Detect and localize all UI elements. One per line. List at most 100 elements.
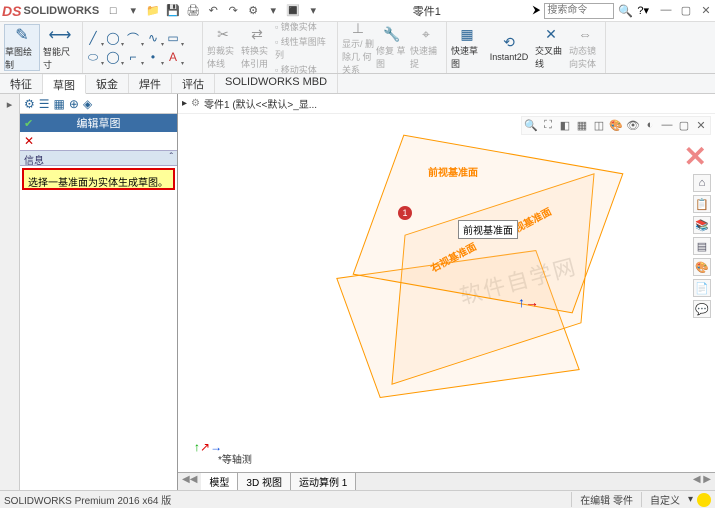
- tree-icon[interactable]: ▸: [182, 98, 187, 109]
- res-icon[interactable]: 📋: [693, 195, 711, 213]
- tab-scroll-right-icon[interactable]: ◀ ▶: [689, 473, 715, 490]
- forum-icon[interactable]: 💬: [693, 300, 711, 318]
- qat-dd2-icon[interactable]: ▾: [265, 3, 281, 19]
- quick-access-toolbar: □ ▾ 📁 💾 🖨 ↶ ↷ ⚙ ▾ 🔳 ▾: [105, 3, 321, 19]
- sketch-exit-icon[interactable]: ✕: [684, 140, 707, 173]
- search-icon[interactable]: 🔍: [618, 4, 633, 18]
- qat-redo-icon[interactable]: ↷: [225, 3, 241, 19]
- panel-tabs: ⚙ ☰ ▦ ⊕ ◈: [20, 94, 177, 114]
- lib-icon[interactable]: 📚: [693, 216, 711, 234]
- motion-study-tab[interactable]: 运动算例 1: [291, 473, 356, 490]
- smart-dimension-button[interactable]: ⟷ 智能尺 寸: [42, 24, 78, 71]
- hud-max-icon[interactable]: ▢: [677, 119, 691, 132]
- ok-icon[interactable]: ✔: [24, 117, 33, 130]
- help-icon[interactable]: ?▾: [637, 4, 649, 17]
- tab-sketch[interactable]: 草图: [43, 75, 86, 94]
- circle-tool-icon[interactable]: ◯: [105, 30, 121, 46]
- panel-title-bar: ✔ 编辑草图: [20, 114, 177, 132]
- qat-undo-icon[interactable]: ↶: [205, 3, 221, 19]
- doc-title: 零件1: [321, 3, 532, 19]
- graphics-area[interactable]: ▸ ⚙ 零件1 (默认<<默认>_显... 🔍 ⛶ ◧ ▦ ◫ 🎨 👁 ◐ — …: [178, 94, 715, 490]
- fillet-tool-icon[interactable]: ⌐: [125, 49, 141, 65]
- cross-curve-button[interactable]: ✕交叉曲 线: [535, 24, 567, 71]
- search-input[interactable]: [544, 3, 614, 19]
- plane-callout: 前视基准面: [458, 220, 518, 239]
- motion-tabs: ◀◀ 模型 3D 视图 运动算例 1 ◀ ▶: [178, 472, 715, 490]
- hud-min-icon[interactable]: —: [660, 119, 674, 132]
- rect-tool-icon[interactable]: ▭: [165, 30, 181, 46]
- sketch-icon: ✎: [15, 25, 28, 45]
- qat-dd-icon[interactable]: ▾: [125, 3, 141, 19]
- panel-close-button[interactable]: ✕: [20, 132, 177, 150]
- maximize-icon[interactable]: ▢: [679, 4, 693, 17]
- feature-tree-icon[interactable]: ⚙: [24, 97, 35, 111]
- rebuild-warn-icon[interactable]: [697, 493, 711, 507]
- ellipse-tool-icon[interactable]: ◯: [105, 49, 121, 65]
- mirror-item[interactable]: 镜像实体: [275, 20, 333, 33]
- hud-display-icon[interactable]: ▦: [575, 119, 589, 132]
- spline-tool-icon[interactable]: ∿: [145, 30, 161, 46]
- hud-scene-icon[interactable]: 🎨: [609, 119, 623, 132]
- hud-zoom-icon[interactable]: 🔍: [524, 119, 538, 132]
- config-icon[interactable]: ☰: [39, 97, 50, 111]
- qat-options-icon[interactable]: ⚙: [245, 3, 261, 19]
- display-icon[interactable]: ▦: [54, 97, 65, 111]
- quick-sketch-button[interactable]: ▦快速草 图: [451, 24, 483, 71]
- instruction-text: 选择一基准面为实体生成草图。: [22, 168, 175, 190]
- text-tool-icon[interactable]: A: [165, 49, 181, 65]
- tab-features[interactable]: 特征: [0, 74, 43, 93]
- hud-close-icon[interactable]: ✕: [694, 119, 708, 132]
- appearance-icon[interactable]: ◈: [83, 97, 92, 111]
- qat-open-icon[interactable]: 📁: [145, 3, 161, 19]
- close-icon[interactable]: ✕: [699, 4, 713, 17]
- point-tool-icon[interactable]: •: [145, 49, 161, 65]
- hud-section-icon[interactable]: ◫: [592, 119, 606, 132]
- target-icon[interactable]: ⊕: [69, 97, 79, 111]
- hud-hide-icon[interactable]: ◐: [643, 119, 657, 132]
- qat-rebuild-icon[interactable]: 🔳: [285, 3, 301, 19]
- qat-new-icon[interactable]: □: [105, 3, 121, 19]
- content-area: ▸ ⚙ ☰ ▦ ⊕ ◈ ✔ 编辑草图 ✕ 信息 ˆ 选择一基准面为实体生成草图。…: [0, 94, 715, 490]
- pattern-item[interactable]: 线性草图阵列: [275, 35, 333, 61]
- info-header[interactable]: 信息 ˆ: [20, 150, 177, 166]
- trim-button[interactable]: ✂剪裁实 体线: [207, 24, 239, 71]
- quick-snap-button[interactable]: ⌖快速捕 捉: [410, 24, 442, 71]
- tab-sheetmetal[interactable]: 钣金: [86, 74, 129, 93]
- qat-dd3-icon[interactable]: ▾: [305, 3, 321, 19]
- tab-evaluate[interactable]: 评估: [172, 74, 215, 93]
- ribbon: ✎ 草图绘 制 ⟷ 智能尺 寸 ╱ ◯ ⌒ ∿ ▭ ⬭ ◯ ⌐ • A ✂剪裁实…: [0, 22, 715, 74]
- prop-icon[interactable]: 📄: [693, 279, 711, 297]
- custom-text[interactable]: 自定义: [641, 492, 688, 507]
- tree-tab-icon[interactable]: ▸: [7, 98, 13, 111]
- qat-print-icon[interactable]: 🖨: [185, 3, 201, 19]
- repair-button[interactable]: 🔧修复 草图: [376, 24, 408, 71]
- status-dd-icon[interactable]: ▾: [688, 494, 693, 505]
- hud-orient-icon[interactable]: ◧: [558, 119, 572, 132]
- model-tab[interactable]: 模型: [201, 473, 238, 490]
- arc-tool-icon[interactable]: ⌒: [125, 30, 141, 46]
- line-tool-icon[interactable]: ╱: [85, 30, 101, 46]
- brand-text: SOLIDWORKS: [23, 5, 99, 17]
- hud-view-icon[interactable]: 👁: [626, 119, 640, 132]
- minimize-icon[interactable]: —: [659, 4, 673, 17]
- breadcrumb-text[interactable]: 零件1 (默认<<默认>_显...: [204, 96, 317, 111]
- relations-button[interactable]: ⊥显示/ 删除几 何关系: [342, 24, 374, 71]
- tab-scroll-left-icon[interactable]: ◀◀: [178, 473, 201, 490]
- 3dview-tab[interactable]: 3D 视图: [238, 473, 291, 490]
- dimension-icon: ⟷: [49, 25, 72, 45]
- convert-button[interactable]: ⇄转换实 体引用: [241, 24, 273, 71]
- sketch-create-button[interactable]: ✎ 草图绘 制: [4, 24, 40, 71]
- dynamic-mirror-button[interactable]: ⇔动态镜 向实体: [569, 24, 601, 71]
- search-toggle-icon[interactable]: ⮞: [532, 4, 540, 17]
- view-pal-icon[interactable]: ▤: [693, 237, 711, 255]
- qat-save-icon[interactable]: 💾: [165, 3, 181, 19]
- heads-up-toolbar: 🔍 ⛶ ◧ ▦ ◫ 🎨 👁 ◐ — ▢ ✕: [521, 116, 711, 135]
- hud-fit-icon[interactable]: ⛶: [541, 119, 555, 132]
- step-marker: 1: [398, 206, 412, 220]
- instant2d-button[interactable]: ⟲Instant2D: [485, 24, 533, 71]
- tab-mbd[interactable]: SOLIDWORKS MBD: [215, 74, 338, 93]
- appear-icon[interactable]: 🎨: [693, 258, 711, 276]
- home-icon[interactable]: ⌂: [693, 174, 711, 192]
- tab-weldments[interactable]: 焊件: [129, 74, 172, 93]
- slot-tool-icon[interactable]: ⬭: [85, 49, 101, 65]
